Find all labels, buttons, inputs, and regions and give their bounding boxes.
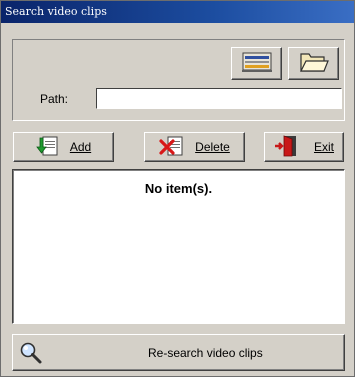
path-input[interactable] <box>96 88 342 109</box>
video-clip-list[interactable]: No item(s). <box>12 169 345 324</box>
delete-label: Delete <box>195 140 230 154</box>
add-button[interactable]: Add <box>13 132 114 162</box>
list-settings-button[interactable] <box>231 47 282 80</box>
folder-open-icon <box>297 50 331 77</box>
add-label: Add <box>69 140 92 154</box>
list-config-icon <box>240 50 274 77</box>
browse-folder-button[interactable] <box>288 47 339 80</box>
window-title: Search video clips <box>1 1 354 23</box>
search-icon <box>19 341 43 368</box>
delete-icon <box>159 135 185 160</box>
research-label: Re-search video clips <box>148 346 263 360</box>
empty-list-message: No item(s). <box>144 181 213 196</box>
exit-button[interactable]: Exit <box>264 132 344 162</box>
search-video-clips-window: Search video clips Path: Add Delete Exit… <box>0 0 355 377</box>
delete-button[interactable]: Delete <box>144 132 245 162</box>
path-label: Path: <box>40 92 69 106</box>
exit-door-icon <box>274 134 300 160</box>
add-icon <box>36 135 60 160</box>
research-video-clips-button[interactable]: Re-search video clips <box>12 334 345 371</box>
exit-label: Exit <box>313 140 334 154</box>
